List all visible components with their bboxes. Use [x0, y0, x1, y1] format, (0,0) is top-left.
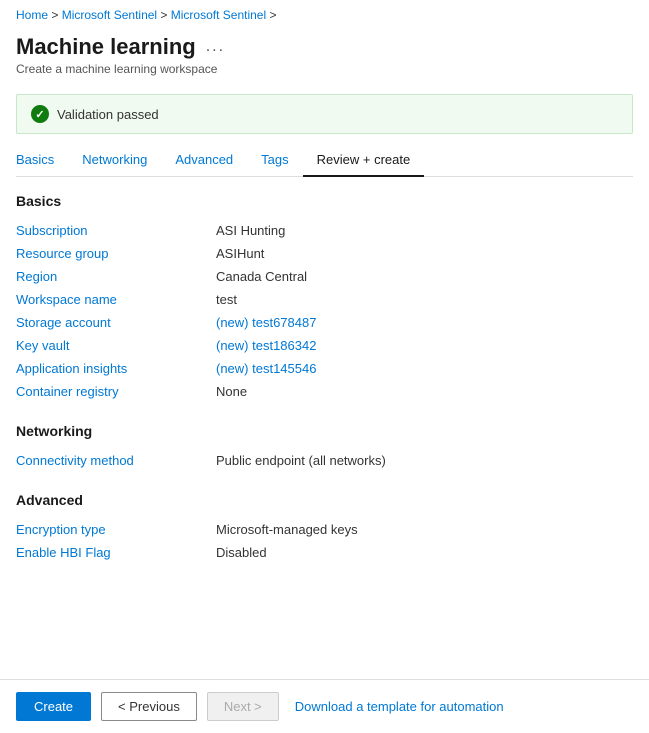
field-resource-group: Resource group ASIHunt: [16, 242, 633, 265]
field-label-workspace-name: Workspace name: [16, 292, 216, 307]
field-value-region: Canada Central: [216, 269, 307, 284]
field-value-key-vault: (new) test186342: [216, 338, 316, 353]
field-region: Region Canada Central: [16, 265, 633, 288]
breadcrumb-sep1: >: [51, 8, 61, 22]
breadcrumb-sentinel2[interactable]: Microsoft Sentinel: [171, 8, 266, 22]
field-value-workspace-name: test: [216, 292, 237, 307]
footer: Create < Previous Next > Download a temp…: [0, 679, 649, 733]
field-label-resource-group: Resource group: [16, 246, 216, 261]
field-value-app-insights: (new) test145546: [216, 361, 316, 376]
tab-review-create[interactable]: Review + create: [303, 144, 425, 177]
validation-banner: Validation passed: [16, 94, 633, 134]
field-label-container-registry: Container registry: [16, 384, 216, 399]
field-container-registry: Container registry None: [16, 380, 633, 403]
validation-text: Validation passed: [57, 107, 159, 122]
breadcrumb-home[interactable]: Home: [16, 8, 48, 22]
breadcrumb-sentinel1[interactable]: Microsoft Sentinel: [62, 8, 157, 22]
field-label-app-insights: Application insights: [16, 361, 216, 376]
field-workspace-name: Workspace name test: [16, 288, 633, 311]
field-key-vault: Key vault (new) test186342: [16, 334, 633, 357]
field-label-subscription: Subscription: [16, 223, 216, 238]
field-label-hbi-flag: Enable HBI Flag: [16, 545, 216, 560]
field-label-key-vault: Key vault: [16, 338, 216, 353]
next-button: Next >: [207, 692, 279, 721]
advanced-section: Advanced Encryption type Microsoft-manag…: [16, 492, 633, 564]
previous-button[interactable]: < Previous: [101, 692, 197, 721]
field-storage-account: Storage account (new) test678487: [16, 311, 633, 334]
create-button[interactable]: Create: [16, 692, 91, 721]
field-value-container-registry: None: [216, 384, 247, 399]
basics-section: Basics Subscription ASI Hunting Resource…: [16, 193, 633, 403]
field-encryption-type: Encryption type Microsoft-managed keys: [16, 518, 633, 541]
field-label-storage-account: Storage account: [16, 315, 216, 330]
main-content: Basics Subscription ASI Hunting Resource…: [0, 177, 649, 654]
field-value-encryption-type: Microsoft-managed keys: [216, 522, 358, 537]
basics-section-title: Basics: [16, 193, 633, 209]
field-value-connectivity-method: Public endpoint (all networks): [216, 453, 386, 468]
networking-section: Networking Connectivity method Public en…: [16, 423, 633, 472]
field-hbi-flag: Enable HBI Flag Disabled: [16, 541, 633, 564]
breadcrumb: Home > Microsoft Sentinel > Microsoft Se…: [0, 0, 649, 30]
tab-advanced[interactable]: Advanced: [161, 144, 247, 177]
tab-networking[interactable]: Networking: [68, 144, 161, 177]
field-value-storage-account: (new) test678487: [216, 315, 316, 330]
field-label-encryption-type: Encryption type: [16, 522, 216, 537]
field-label-region: Region: [16, 269, 216, 284]
field-value-hbi-flag: Disabled: [216, 545, 267, 560]
page-subtitle: Create a machine learning workspace: [16, 62, 633, 76]
field-value-resource-group: ASIHunt: [216, 246, 264, 261]
field-subscription: Subscription ASI Hunting: [16, 219, 633, 242]
validation-check-icon: [31, 105, 49, 123]
more-options-icon[interactable]: ...: [206, 38, 225, 56]
field-value-subscription: ASI Hunting: [216, 223, 285, 238]
breadcrumb-sep3: >: [269, 8, 276, 22]
tabs-bar: Basics Networking Advanced Tags Review +…: [16, 144, 633, 177]
tab-basics[interactable]: Basics: [16, 144, 68, 177]
field-label-connectivity-method: Connectivity method: [16, 453, 216, 468]
field-connectivity-method: Connectivity method Public endpoint (all…: [16, 449, 633, 472]
download-template-link[interactable]: Download a template for automation: [295, 699, 504, 714]
networking-section-title: Networking: [16, 423, 633, 439]
advanced-section-title: Advanced: [16, 492, 633, 508]
tab-tags[interactable]: Tags: [247, 144, 302, 177]
breadcrumb-sep2: >: [160, 8, 170, 22]
field-app-insights: Application insights (new) test145546: [16, 357, 633, 380]
page-header: Machine learning ... Create a machine le…: [0, 30, 649, 84]
page-title: Machine learning: [16, 34, 196, 60]
